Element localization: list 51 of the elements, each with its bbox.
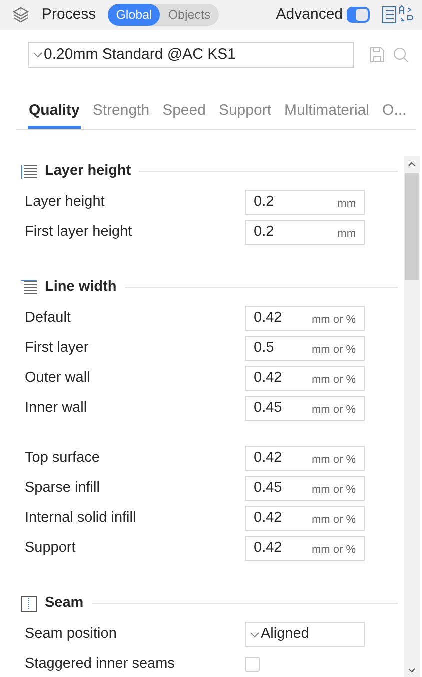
setting-label: Seam position <box>25 624 118 644</box>
value-field[interactable]: 0.42 mm or % <box>245 366 365 391</box>
section-title: Layer height <box>45 162 132 181</box>
checkbox[interactable] <box>245 657 260 672</box>
settings-tab[interactable]: Multimaterial <box>284 100 371 128</box>
value-field[interactable]: 0.42 mm or % <box>245 306 365 331</box>
scope-toggle[interactable]: Global <box>108 4 160 26</box>
setting-label: Default <box>25 308 72 328</box>
setting-label: Layer height <box>25 192 106 212</box>
value-field[interactable]: 0.42 mm or % <box>245 536 365 561</box>
settings-tab[interactable]: Quality <box>28 100 81 128</box>
setting-label: Sparse infill <box>25 478 101 498</box>
section-title: Line width <box>45 278 117 297</box>
setting-label: Staggered inner seams <box>25 654 176 674</box>
advanced-label: Advanced <box>276 4 343 25</box>
save-icon[interactable] <box>370 47 385 63</box>
scroll-down-icon[interactable] <box>408 668 416 673</box>
setting-label: Internal solid infill <box>25 508 138 528</box>
setting-label: Outer wall <box>25 368 92 388</box>
settings-tab[interactable]: O... <box>382 100 408 128</box>
seam-icon <box>21 596 37 612</box>
settings-tab[interactable]: Support <box>218 100 272 128</box>
value-field[interactable]: 0.42 mm or % <box>245 506 365 531</box>
setting-label: First layer <box>25 338 90 358</box>
layer-height-icon <box>21 164 37 180</box>
value-field[interactable]: 0.45 mm or % <box>245 476 365 501</box>
value-field[interactable]: 0.42 mm or % <box>245 446 365 471</box>
compare-icon[interactable] <box>382 5 414 25</box>
scrollbar[interactable] <box>404 156 420 677</box>
setting-label: First layer height <box>25 222 134 242</box>
panel-title: Process <box>42 4 96 25</box>
setting-label: Support <box>25 538 77 558</box>
preset-dropdown[interactable]: 0.20mm Standard @AC KS1 <box>28 42 354 68</box>
settings-tab[interactable]: Speed <box>162 100 207 128</box>
scroll-up-icon[interactable] <box>408 162 416 166</box>
value-field[interactable]: 0.2 mm <box>245 190 365 215</box>
scroll-thumb[interactable] <box>405 172 419 280</box>
value-field[interactable]: 0.2 mm <box>245 220 365 245</box>
line-width-icon <box>21 280 37 296</box>
setting-label: Inner wall <box>25 398 88 418</box>
section-title: Seam <box>45 594 84 613</box>
chevron-icon <box>33 52 43 58</box>
chevron-icon <box>250 632 260 638</box>
value-field[interactable]: 0.45 mm or % <box>245 396 365 421</box>
layers-icon <box>12 6 30 24</box>
seam-dropdown[interactable]: Aligned <box>245 622 365 647</box>
search-icon[interactable] <box>393 47 409 63</box>
value-field[interactable]: 0.5 mm or % <box>245 336 365 361</box>
advanced-switch[interactable] <box>347 7 370 23</box>
setting-label: Top surface <box>25 448 101 468</box>
settings-tab[interactable]: Strength <box>92 100 151 128</box>
